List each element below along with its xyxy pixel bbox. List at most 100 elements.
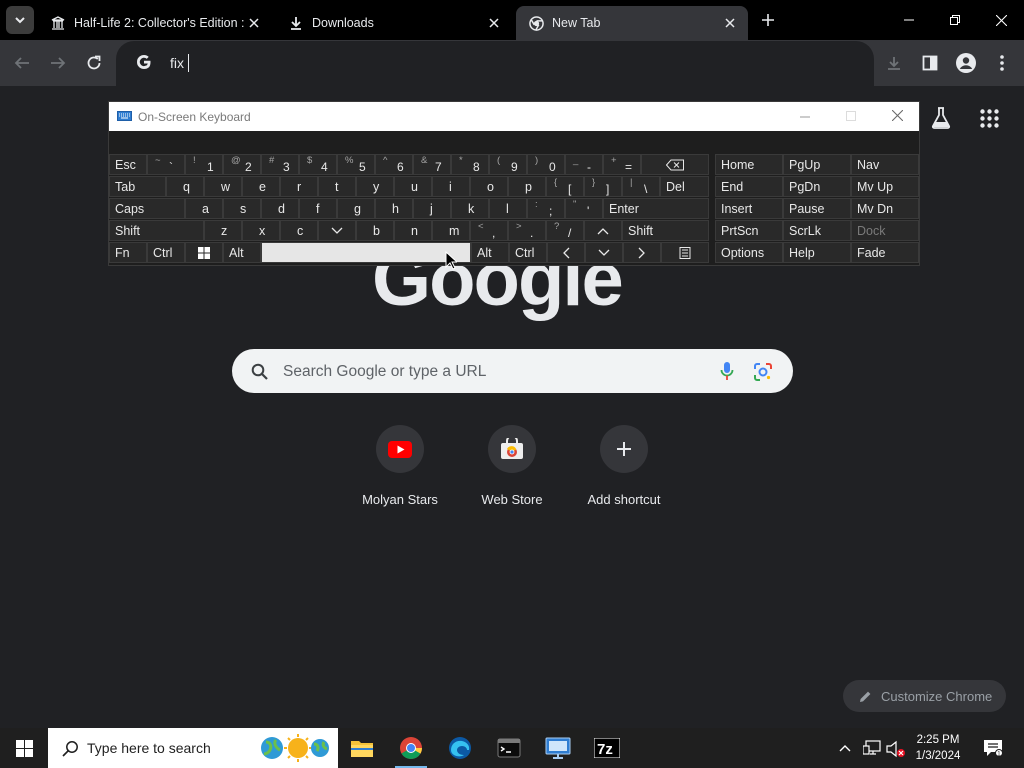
osk-key-o[interactable]: o: [470, 176, 508, 197]
osk-key-d[interactable]: d: [261, 198, 299, 219]
osk-key-z[interactable]: z: [204, 220, 242, 241]
osk-key-l[interactable]: l: [489, 198, 527, 219]
osk-key-nav[interactable]: Nav: [851, 154, 919, 175]
close-icon[interactable]: [486, 15, 502, 31]
osk-key-scrlk[interactable]: ScrLk: [783, 220, 851, 241]
chrome-taskbar-button[interactable]: [387, 728, 435, 768]
osk-key-2[interactable]: @2: [223, 154, 261, 175]
file-explorer-button[interactable]: [338, 728, 386, 768]
google-apps-button[interactable]: [980, 109, 999, 128]
osk-key-5[interactable]: % 5: [337, 154, 375, 175]
reload-button[interactable]: [80, 49, 108, 77]
osk-key-3[interactable]: #3: [261, 154, 299, 175]
menu-button[interactable]: [988, 49, 1016, 77]
osk-key-symbol[interactable]: + =: [603, 154, 641, 175]
osk-key-arrow-right[interactable]: [623, 242, 661, 263]
osk-key-mv-up[interactable]: Mv Up: [851, 176, 919, 197]
voice-search-button[interactable]: [720, 361, 734, 381]
osk-key-end[interactable]: End: [715, 176, 783, 197]
osk-key-symbol[interactable]: }]: [584, 176, 622, 197]
osk-key-tab[interactable]: Tab: [109, 176, 166, 197]
osk-key-6[interactable]: ^ 6: [375, 154, 413, 175]
osk-key-fn[interactable]: Fn: [109, 242, 147, 263]
terminal-taskbar-button[interactable]: [485, 728, 533, 768]
osk-key-symbol[interactable]: ? /: [546, 220, 584, 241]
downloads-button[interactable]: [880, 49, 908, 77]
osk-key-u[interactable]: u: [394, 176, 432, 197]
osk-key-del[interactable]: Del: [660, 176, 709, 197]
osk-key-g[interactable]: g: [337, 198, 375, 219]
osk-key-options[interactable]: Options: [715, 242, 783, 263]
omnibox-input[interactable]: fix: [170, 55, 184, 71]
osk-key-symbol[interactable]: ~ `: [147, 154, 185, 175]
osk-key-pgup[interactable]: PgUp: [783, 154, 851, 175]
add-shortcut-tile[interactable]: Add shortcut: [568, 425, 680, 507]
osk-key-shift[interactable]: Shift: [622, 220, 709, 241]
osk-key-c[interactable]: c: [280, 220, 318, 241]
forward-button[interactable]: [44, 49, 72, 77]
osk-key-s[interactable]: s: [223, 198, 261, 219]
shortcut-tile[interactable]: Web Store: [456, 425, 568, 507]
close-button[interactable]: [892, 110, 903, 121]
notifications-button[interactable]: 1: [983, 739, 1003, 757]
osk-key-symbol[interactable]: " ': [565, 198, 603, 219]
close-icon[interactable]: [722, 15, 738, 31]
network-icon[interactable]: [863, 740, 881, 756]
7zip-taskbar-button[interactable]: 7z: [583, 728, 631, 768]
image-search-button[interactable]: [754, 363, 772, 381]
osk-key-enter[interactable]: Enter: [603, 198, 709, 219]
osk-key-symbol[interactable]: | \: [622, 176, 660, 197]
osk-key-9[interactable]: (9: [489, 154, 527, 175]
search-input[interactable]: Search Google or type a URL: [283, 363, 486, 381]
osk-key-k[interactable]: k: [451, 198, 489, 219]
start-button[interactable]: [0, 728, 48, 768]
osk-key-e[interactable]: e: [242, 176, 280, 197]
osk-key-f[interactable]: f: [299, 198, 337, 219]
close-icon[interactable]: [246, 15, 262, 31]
shortcut-tile[interactable]: Molyan Stars: [344, 425, 456, 507]
osk-key-insert[interactable]: Insert: [715, 198, 783, 219]
profile-button[interactable]: [952, 49, 980, 77]
side-panel-button[interactable]: [916, 49, 944, 77]
osk-key-symbol[interactable]: <,: [470, 220, 508, 241]
osk-key-ctrl[interactable]: Ctrl: [147, 242, 185, 263]
osk-key-y[interactable]: y: [356, 176, 394, 197]
osk-key-1[interactable]: ! 1: [185, 154, 223, 175]
osk-key-prtscn[interactable]: PrtScn: [715, 220, 783, 241]
osk-key-n[interactable]: n: [394, 220, 432, 241]
osk-title-bar[interactable]: On-Screen Keyboard: [109, 102, 919, 131]
osk-key-symbol[interactable]: {[: [546, 176, 584, 197]
osk-key-space[interactable]: [261, 242, 471, 263]
osk-key-alt[interactable]: Alt: [223, 242, 261, 263]
osk-key-shift[interactable]: Shift: [109, 220, 204, 241]
osk-key-fade[interactable]: Fade: [851, 242, 919, 263]
tab-new-tab[interactable]: New Tab: [516, 6, 748, 40]
osk-key-arrow-up[interactable]: [584, 220, 622, 241]
new-tab-button[interactable]: [754, 6, 782, 34]
labs-button[interactable]: [929, 106, 953, 130]
omnibox[interactable]: [116, 41, 874, 101]
osk-key-pgdn[interactable]: PgDn: [783, 176, 851, 197]
osk-key-caps[interactable]: Caps: [109, 198, 185, 219]
osk-key-b[interactable]: b: [356, 220, 394, 241]
osk-key-backspace[interactable]: [641, 154, 709, 175]
osk-key-p[interactable]: p: [508, 176, 546, 197]
osk-key-m[interactable]: m: [432, 220, 470, 241]
osk-key-x[interactable]: x: [242, 220, 280, 241]
osk-key-symbol[interactable]: >.: [508, 220, 546, 241]
customize-chrome-button[interactable]: Customize Chrome: [843, 680, 1006, 712]
back-button[interactable]: [8, 49, 36, 77]
system-clock[interactable]: 2:25 PM 1/3/2024: [908, 732, 968, 764]
osk-key-mv-dn[interactable]: Mv Dn: [851, 198, 919, 219]
osk-key-4[interactable]: $4: [299, 154, 337, 175]
volume-muted-icon[interactable]: [886, 740, 906, 758]
minimize-button[interactable]: [800, 116, 810, 118]
tab-downloads[interactable]: Downloads: [276, 6, 512, 40]
osk-key-ctrl[interactable]: Ctrl: [509, 242, 547, 263]
remote-desktop-taskbar-button[interactable]: [534, 728, 582, 768]
osk-key-help[interactable]: Help: [783, 242, 851, 263]
osk-key-symbol[interactable]: :;: [527, 198, 565, 219]
restore-button[interactable]: [932, 0, 978, 40]
osk-key-home[interactable]: Home: [715, 154, 783, 175]
chevron-up-icon[interactable]: [838, 741, 852, 755]
